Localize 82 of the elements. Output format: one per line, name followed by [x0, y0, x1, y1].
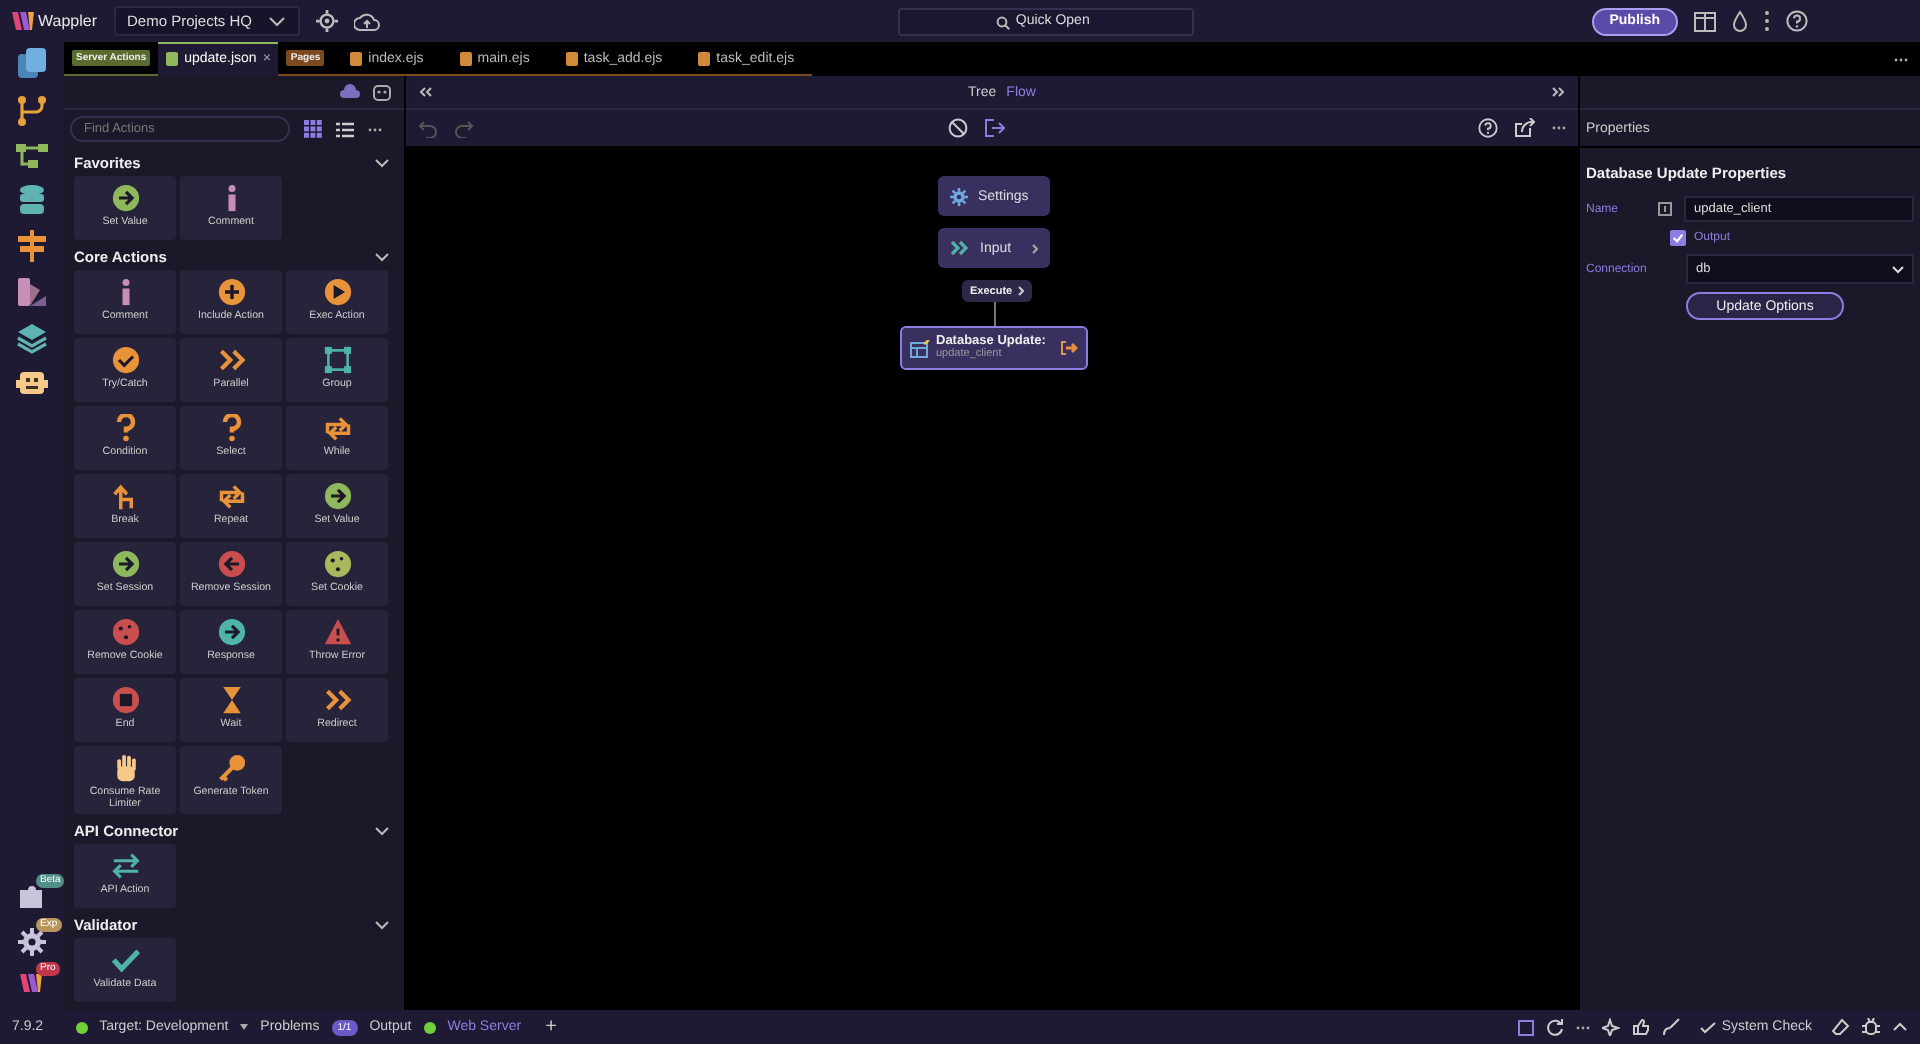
chevrons-icon	[950, 240, 970, 256]
output-icon	[1060, 340, 1078, 356]
logo-icon	[12, 10, 36, 32]
file-icon	[166, 51, 179, 65]
file-icon	[565, 51, 578, 65]
chevron-down-icon	[268, 15, 287, 27]
cloud-upload-icon[interactable]	[354, 11, 381, 31]
action-icon	[111, 184, 139, 212]
disable-icon[interactable]	[947, 118, 967, 138]
share-icon[interactable]	[1514, 118, 1536, 138]
gear-icon	[950, 187, 968, 205]
text-field-icon	[1658, 202, 1672, 216]
list-view-icon[interactable]	[336, 121, 354, 137]
flow-nodes-icon[interactable]	[16, 142, 48, 170]
status-dot-icon	[423, 1021, 436, 1033]
chevron-icon[interactable]	[374, 251, 390, 261]
help-icon[interactable]	[1786, 10, 1808, 32]
chevron-down-icon	[1892, 265, 1904, 273]
action-icon	[111, 414, 139, 442]
files-icon[interactable]	[16, 46, 48, 80]
action-icon	[111, 482, 139, 510]
action-icon	[217, 550, 245, 578]
help-icon[interactable]	[1478, 118, 1498, 138]
logo-icon[interactable]	[20, 972, 44, 994]
expand-right-icon[interactable]	[1552, 86, 1566, 98]
file-icon	[350, 51, 363, 65]
action-icon	[111, 346, 139, 374]
square-icon[interactable]	[1517, 1019, 1534, 1035]
action-icon	[217, 618, 245, 646]
action-icon	[323, 346, 351, 374]
layout-icon[interactable]	[1694, 11, 1716, 31]
drop-icon[interactable]	[1732, 10, 1748, 32]
action-icon	[323, 482, 351, 510]
collapse-left-icon[interactable]	[418, 86, 432, 98]
action-icon	[111, 946, 139, 974]
output-checkbox[interactable]	[1670, 230, 1686, 246]
action-icon	[111, 686, 139, 714]
action-icon	[323, 414, 351, 442]
action-icon	[323, 278, 351, 306]
database-table-icon	[910, 339, 930, 357]
file-icon	[459, 51, 472, 65]
action-icon	[217, 278, 245, 306]
chevron-right-icon	[1032, 243, 1038, 253]
signpost-icon[interactable]	[16, 230, 48, 262]
bug-icon[interactable]	[1862, 1018, 1880, 1036]
chevron-icon[interactable]	[374, 919, 390, 929]
action-icon	[323, 550, 351, 578]
palette-icon[interactable]	[16, 276, 48, 308]
grid-view-icon[interactable]	[304, 120, 322, 138]
action-icon	[323, 686, 351, 714]
robot-icon[interactable]	[372, 83, 392, 101]
refresh-icon[interactable]	[1545, 1018, 1564, 1036]
search-icon	[995, 15, 1010, 29]
action-icon	[111, 550, 139, 578]
database-icon[interactable]	[18, 184, 46, 216]
add-button[interactable]: +	[545, 1016, 557, 1038]
action-icon	[111, 754, 139, 782]
robot-icon[interactable]	[16, 368, 48, 396]
chevron-icon[interactable]	[374, 825, 390, 835]
file-icon	[698, 51, 711, 65]
app-name: Wappler	[38, 12, 97, 30]
caret-icon	[240, 1024, 249, 1030]
chevron-right-icon	[1018, 286, 1025, 296]
chevron-up-icon[interactable]	[1892, 1022, 1908, 1032]
chevron-icon[interactable]	[374, 157, 390, 167]
action-icon	[323, 618, 351, 646]
eraser-icon[interactable]	[1832, 1018, 1850, 1036]
exit-icon[interactable]	[983, 118, 1005, 138]
check-icon	[1699, 1021, 1716, 1033]
action-icon	[217, 414, 245, 442]
brush-icon[interactable]	[1661, 1018, 1680, 1036]
action-icon	[217, 482, 245, 510]
action-icon	[217, 754, 245, 782]
more-icon[interactable]	[1764, 10, 1770, 32]
status-dot-icon	[75, 1021, 88, 1033]
action-icon	[111, 852, 139, 880]
action-icon	[111, 618, 139, 646]
sparkle-icon[interactable]	[1601, 1018, 1620, 1036]
branch-icon[interactable]	[16, 94, 48, 128]
layers-icon[interactable]	[16, 322, 48, 354]
action-icon	[217, 346, 245, 374]
thumbs-up-icon[interactable]	[1631, 1018, 1650, 1036]
